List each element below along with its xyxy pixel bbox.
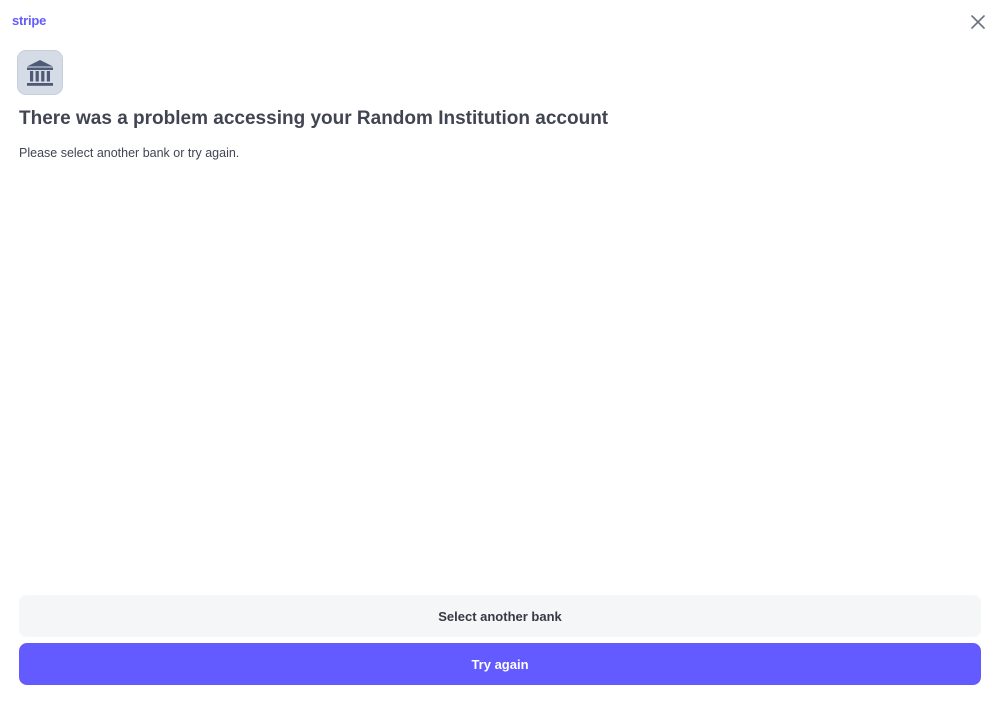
bank-icon [27, 59, 53, 86]
page-title: There was a problem accessing your Rando… [19, 108, 609, 129]
stripe-logo: stripe [12, 13, 47, 28]
close-button[interactable] [967, 11, 989, 33]
close-icon [971, 15, 985, 29]
error-screen: stripe There was a problem accessing you… [0, 0, 1000, 703]
error-message: Please select another bank or try again. [19, 146, 240, 160]
try-again-button[interactable]: Try again [19, 643, 981, 685]
select-another-bank-button[interactable]: Select another bank [19, 595, 981, 637]
bank-icon-tile [17, 50, 63, 95]
